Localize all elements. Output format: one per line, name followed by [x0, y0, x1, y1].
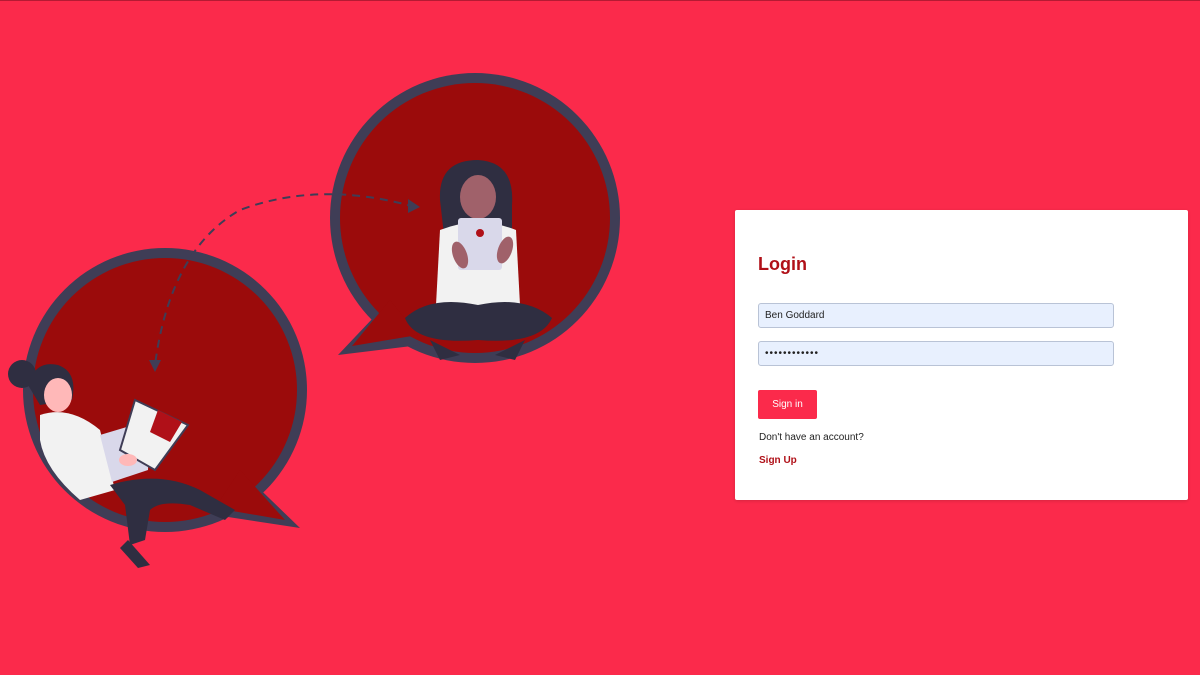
- login-title: Login: [758, 254, 807, 274]
- sign-in-button[interactable]: Sign in: [758, 390, 817, 419]
- sign-up-link[interactable]: Sign Up: [759, 455, 797, 466]
- no-account-text: Don't have an account?: [759, 432, 864, 443]
- password-input[interactable]: [758, 341, 1114, 366]
- login-card: Login Sign in Don't have an account? Sig…: [735, 210, 1188, 500]
- username-input[interactable]: [758, 303, 1114, 328]
- hero-illustration: [8, 73, 620, 568]
